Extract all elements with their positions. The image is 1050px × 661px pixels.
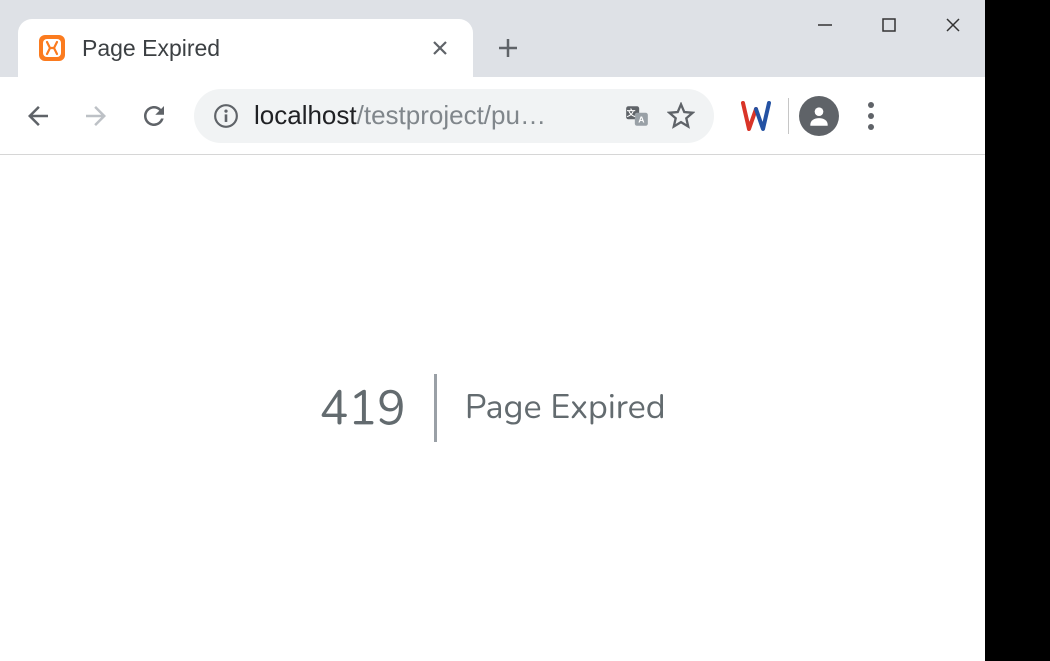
extensions-area (734, 94, 893, 138)
browser-tab[interactable]: Page Expired (18, 19, 473, 77)
address-bar[interactable]: localhost/testproject/pu… 文 A (194, 89, 714, 143)
profile-button[interactable] (799, 96, 839, 136)
bookmark-icon[interactable] (666, 101, 696, 131)
back-button[interactable] (12, 90, 64, 142)
toolbar-divider (788, 98, 789, 134)
toolbar: localhost/testproject/pu… 文 A (0, 77, 985, 155)
menu-button[interactable] (849, 94, 893, 138)
url-host: localhost (254, 100, 357, 130)
xampp-favicon (38, 34, 66, 62)
close-tab-button[interactable] (427, 35, 453, 61)
tab-title: Page Expired (82, 35, 427, 62)
url-text: localhost/testproject/pu… (254, 100, 608, 131)
reload-button[interactable] (128, 90, 180, 142)
error-display: 419 Page Expired (319, 374, 665, 442)
site-info-icon[interactable] (212, 102, 240, 130)
right-black-region (985, 0, 1050, 661)
page-content: 419 Page Expired (0, 155, 985, 661)
tab-strip: Page Expired (0, 15, 531, 77)
titlebar: Page Expired (0, 0, 985, 77)
extension-w-icon[interactable] (734, 94, 778, 138)
svg-text:A: A (638, 114, 645, 124)
error-message: Page Expired (437, 385, 666, 431)
translate-icon[interactable]: 文 A (622, 101, 652, 131)
forward-button[interactable] (70, 90, 122, 142)
url-path: /testproject/pu… (357, 100, 546, 130)
minimize-button[interactable] (793, 0, 857, 50)
close-window-button[interactable] (921, 0, 985, 50)
maximize-button[interactable] (857, 0, 921, 50)
window-controls (793, 0, 985, 50)
svg-text:文: 文 (626, 107, 636, 118)
new-tab-button[interactable] (485, 25, 531, 71)
error-code: 419 (319, 375, 433, 441)
